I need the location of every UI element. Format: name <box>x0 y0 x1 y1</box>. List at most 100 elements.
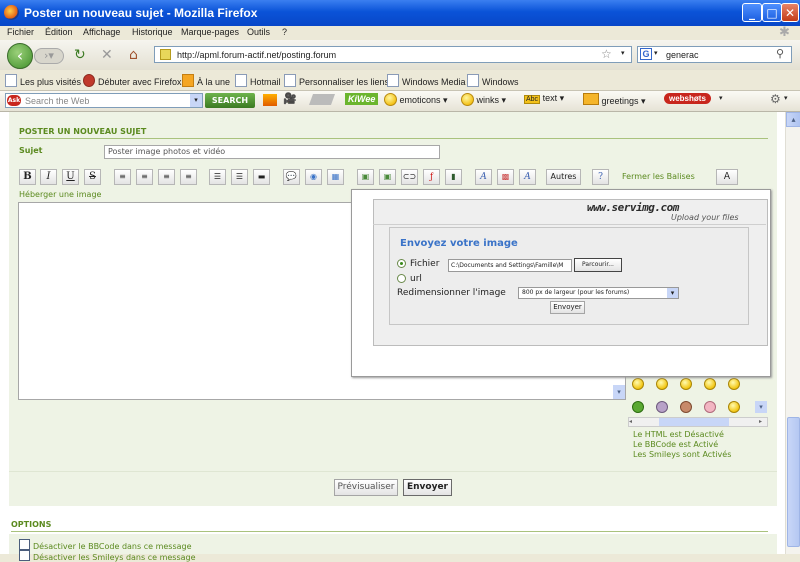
google-icon[interactable]: G <box>640 48 652 60</box>
switch-editor-icon[interactable]: Ａ <box>716 169 738 185</box>
quote-icon[interactable]: 💬 <box>283 169 300 185</box>
justify-button[interactable]: ≡ <box>180 169 197 185</box>
ask-search-button[interactable]: SEARCH <box>205 93 255 108</box>
resize-select[interactable]: 800 px de largeur (pour les forums) ▾ <box>518 287 679 299</box>
smiley-scroll-down-icon[interactable]: ▾ <box>755 401 767 413</box>
ask-search-field[interactable]: Ask Search the Web ▾ <box>5 93 203 108</box>
browse-button[interactable]: Parcourir... <box>574 258 622 272</box>
search-input[interactable]: generac <box>666 50 699 60</box>
help-icon[interactable]: ? <box>592 169 609 185</box>
textarea-scroll-down-icon[interactable]: ▾ <box>613 385 625 399</box>
menu-marque-pages[interactable]: Marque-pages <box>181 27 239 37</box>
file-radio[interactable] <box>397 259 406 268</box>
text-menu[interactable]: Abc text ▾ <box>524 93 564 104</box>
bookmark-windows[interactable]: Windows <box>467 74 519 87</box>
bookmark-windows-media[interactable]: Windows Media <box>387 74 466 87</box>
strike-button[interactable]: S <box>84 169 101 185</box>
smileys-checkbox[interactable] <box>19 550 30 561</box>
bookmark-most-visited[interactable]: Les plus visités <box>5 74 81 87</box>
back-button[interactable]: ‹ <box>7 43 33 69</box>
menu-edition[interactable]: Édition <box>45 27 73 37</box>
url-dropdown-icon[interactable]: ▾ <box>621 49 625 57</box>
hr-button[interactable]: ▬ <box>253 169 270 185</box>
align-left-button[interactable]: ≡ <box>114 169 131 185</box>
flash-icon[interactable]: ƒ <box>423 169 440 185</box>
bold-button[interactable]: B <box>19 169 36 185</box>
bookmark-customize-links[interactable]: Personnaliser les liens <box>284 74 389 87</box>
cat-smiley-icon[interactable] <box>656 401 668 413</box>
envelope-icon[interactable] <box>308 94 336 105</box>
submit-button[interactable]: Envoyer <box>403 479 452 496</box>
settings-dropdown-icon[interactable]: ▾ <box>784 94 788 102</box>
bookmark-headlines[interactable]: À la une <box>182 74 230 87</box>
image-icon[interactable]: ▣ <box>357 169 374 185</box>
align-center-button[interactable]: ≡ <box>136 169 153 185</box>
engine-dropdown-icon[interactable]: ▾ <box>654 49 658 57</box>
monkey-smiley-icon[interactable] <box>680 401 692 413</box>
sad-smiley-icon[interactable] <box>728 378 740 390</box>
forward-button[interactable]: ›▾ <box>34 48 64 64</box>
maximize-button[interactable]: □ <box>762 3 782 22</box>
menu-fichier[interactable]: Fichier <box>7 27 34 37</box>
frog-smiley-icon[interactable] <box>632 401 644 413</box>
webshots-logo[interactable]: webshøts <box>664 93 711 104</box>
search-bar[interactable]: G ▾ generac ⚲ <box>637 46 792 63</box>
smiley-hscroll[interactable]: ◂ ▸ <box>628 417 768 427</box>
url-radio[interactable] <box>397 274 406 283</box>
url-bar[interactable]: http://apml.forum-actif.net/posting.foru… <box>154 46 632 63</box>
ask-search-input[interactable]: Search the Web <box>25 96 89 106</box>
menu-help[interactable]: ? <box>282 27 287 37</box>
italic-button[interactable]: I <box>40 169 57 185</box>
surprised-smiley-icon[interactable] <box>704 378 716 390</box>
minimize-button[interactable]: _ <box>742 3 762 22</box>
scroll-left-icon[interactable]: ◂ <box>629 418 637 426</box>
file-path-input[interactable]: C:\Documents and Settings\Famille\M <box>448 259 572 272</box>
camera-icon[interactable]: 🎥 <box>283 94 297 105</box>
subject-input[interactable]: Poster image photos et vidéo <box>104 145 440 159</box>
scroll-up-icon[interactable]: ▴ <box>786 112 800 127</box>
menu-historique[interactable]: Historique <box>132 27 173 37</box>
bbcode-checkbox[interactable] <box>19 539 30 550</box>
bookmark-getting-started[interactable]: Débuter avec Firefox <box>83 74 182 87</box>
numbered-list-button[interactable]: ☰ <box>231 169 248 185</box>
webshots-dropdown-icon[interactable]: ▾ <box>719 94 723 102</box>
scroll-right-icon[interactable]: ▸ <box>759 418 767 426</box>
kiwee-logo[interactable]: KiWee <box>345 93 379 105</box>
table-icon[interactable]: ▦ <box>327 169 344 185</box>
home-icon[interactable]: ⌂ <box>129 48 138 62</box>
close-button[interactable]: ✕ <box>781 3 799 22</box>
laughing-smiley-icon[interactable] <box>656 378 668 390</box>
video-icon[interactable]: ▮ <box>445 169 462 185</box>
page-scrollbar[interactable]: ▴ <box>785 112 800 554</box>
happy-smiley-icon[interactable] <box>680 378 692 390</box>
search-icon[interactable]: ⚲ <box>776 47 784 60</box>
menu-affichage[interactable]: Affichage <box>83 27 120 37</box>
font-size-icon[interactable]: A <box>519 169 536 185</box>
bookmark-hotmail[interactable]: Hotmail <box>235 74 281 87</box>
autres-button[interactable]: Autres <box>546 169 581 185</box>
wink-smiley-icon[interactable] <box>728 401 740 413</box>
ask-dropdown-icon[interactable]: ▾ <box>190 94 202 107</box>
menu-outils[interactable]: Outils <box>247 27 270 37</box>
align-right-button[interactable]: ≡ <box>158 169 175 185</box>
bookmark-star-icon[interactable]: ☆ <box>601 47 612 61</box>
color-icon[interactable]: ▩ <box>497 169 514 185</box>
link-icon[interactable]: ⊂⊃ <box>401 169 418 185</box>
image-frame-icon[interactable]: ▣ <box>379 169 396 185</box>
gear-icon[interactable]: ⚙ <box>770 92 781 106</box>
host-image-link[interactable]: Héberger une image <box>19 190 101 199</box>
underline-button[interactable]: U <box>62 169 79 185</box>
reload-icon[interactable]: ↻ <box>74 48 86 62</box>
smiley-icon[interactable] <box>632 378 644 390</box>
emoticons-menu[interactable]: emoticons ▾ <box>384 93 448 106</box>
font-icon[interactable]: A <box>475 169 492 185</box>
weather-icon[interactable] <box>263 94 277 106</box>
preview-button[interactable]: Prévisualiser <box>334 479 398 496</box>
greetings-menu[interactable]: greetings ▾ <box>583 93 646 107</box>
scroll-thumb[interactable] <box>787 417 800 547</box>
code-icon[interactable]: ◉ <box>305 169 322 185</box>
pig-smiley-icon[interactable] <box>704 401 716 413</box>
stop-icon[interactable]: ✕ <box>101 48 113 62</box>
close-tags-link[interactable]: Fermer les Balises <box>622 172 695 181</box>
disable-smileys-option[interactable]: Désactiver les Smileys dans ce message <box>19 550 196 562</box>
